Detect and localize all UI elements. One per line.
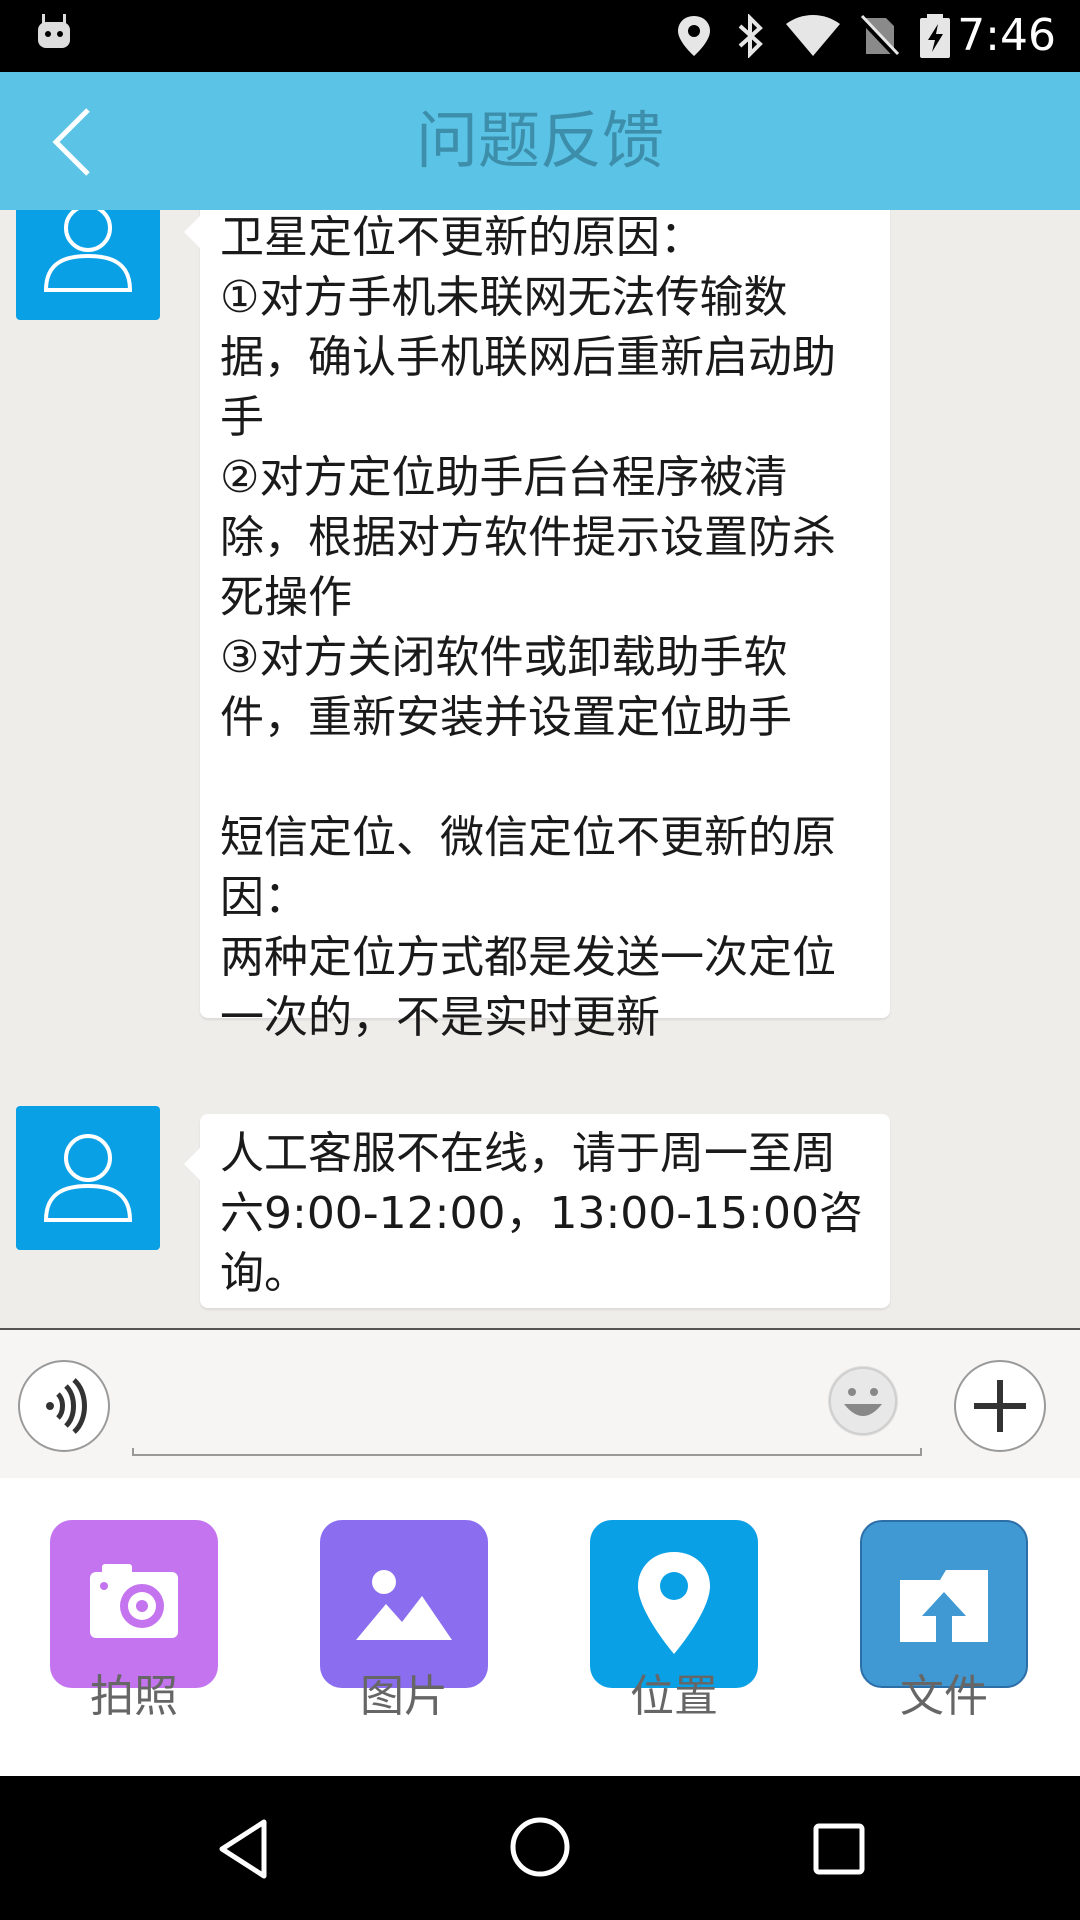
home-circle-icon[interactable] — [505, 1812, 575, 1882]
input-bar — [0, 1328, 1080, 1478]
voice-icon — [46, 1378, 87, 1434]
plus-button[interactable] — [954, 1360, 1046, 1452]
back-triangle-icon[interactable] — [208, 1814, 278, 1884]
attachment-panel: 拍照 图片 位置 文件 — [0, 1478, 1080, 1776]
user-avatar-icon — [43, 1134, 133, 1222]
bluetooth-icon — [738, 14, 763, 58]
emoji-button[interactable] — [828, 1366, 898, 1436]
voice-button[interactable] — [18, 1360, 110, 1452]
chat-area[interactable]: 卫星定位不更新的原因： ①对方手机未联网无法传输数据，确认手机联网后重新启动助手… — [0, 210, 1080, 1328]
message-input[interactable] — [132, 1448, 922, 1456]
back-button[interactable] — [44, 102, 114, 182]
avatar[interactable] — [16, 210, 160, 320]
message-text: 人工客服不在线，请于周一至周六9:00-12:00，13:00-15:00咨询。 — [220, 1128, 863, 1299]
wifi-icon — [786, 15, 840, 56]
no-sim-icon — [858, 14, 900, 58]
status-time: 7:46 — [957, 10, 1056, 61]
battery-charging-icon — [920, 14, 950, 58]
file-label: 文件 — [900, 1671, 988, 1722]
user-avatar-icon — [43, 210, 133, 292]
message-text: 卫星定位不更新的原因： ①对方手机未联网无法传输数据，确认手机联网后重新启动助手… — [220, 212, 836, 1043]
page-title: 问题反馈 — [415, 104, 664, 177]
recents-square-icon[interactable] — [804, 1814, 874, 1884]
message-bubble[interactable]: 人工客服不在线，请于周一至周六9:00-12:00，13:00-15:00咨询。 — [184, 1114, 890, 1308]
image-label: 图片 — [360, 1671, 448, 1722]
message-bubble[interactable]: 卫星定位不更新的原因： ①对方手机未联网无法传输数据，确认手机联网后重新启动助手… — [184, 210, 890, 1043]
camera-label: 拍照 — [90, 1671, 178, 1722]
status-bar: 7:46 — [0, 0, 1080, 72]
location-label: 位置 — [630, 1671, 718, 1722]
chevron-left-icon — [52, 108, 90, 176]
title-bar: 问题反馈 — [0, 72, 1080, 210]
emoji-icon — [829, 1367, 897, 1435]
avatar[interactable] — [16, 1106, 160, 1250]
android-icon — [38, 14, 70, 48]
plus-icon — [974, 1380, 1026, 1432]
navigation-bar — [0, 1776, 1080, 1920]
location-icon — [678, 16, 710, 56]
